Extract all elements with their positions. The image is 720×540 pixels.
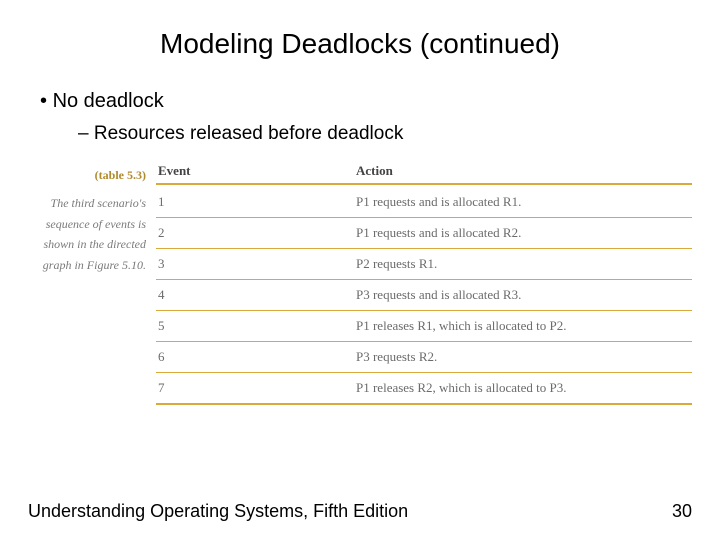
table-row: 3 P2 requests R1. [156,249,692,279]
cell-action: P2 requests R1. [356,256,692,272]
table-header: Event Action [156,163,692,183]
bullet-level1: No deadlock [40,90,692,113]
page-title: Modeling Deadlocks (continued) [28,28,692,60]
caption-line: The third scenario's [51,196,146,210]
caption-line: shown in the directed [43,237,146,251]
cell-action: P1 releases R2, which is allocated to P3… [356,380,692,396]
cell-event: 4 [156,287,356,303]
cell-action: P3 requests R2. [356,349,692,365]
figure-wrap: (table 5.3) The third scenario's sequenc… [28,163,692,407]
cell-event: 2 [156,225,356,241]
table-caption: (table 5.3) The third scenario's sequenc… [28,163,156,407]
cell-event: 1 [156,194,356,210]
bullet-list: No deadlock Resources released before de… [40,90,692,145]
cell-event: 3 [156,256,356,272]
rule-heavy [156,403,692,405]
cell-action: P3 requests and is allocated R3. [356,287,692,303]
slide: Modeling Deadlocks (continued) No deadlo… [0,0,720,540]
rule-heavy [156,183,692,185]
cell-event: 6 [156,349,356,365]
cell-event: 7 [156,380,356,396]
table-row: 6 P3 requests R2. [156,342,692,372]
caption-line: sequence of events is [46,217,146,231]
footer: Understanding Operating Systems, Fifth E… [28,501,692,522]
col-header-event: Event [156,163,356,179]
table-row: 5 P1 releases R1, which is allocated to … [156,311,692,341]
col-header-action: Action [356,163,692,179]
table-row: 4 P3 requests and is allocated R3. [156,280,692,310]
cell-event: 5 [156,318,356,334]
table-row: 2 P1 requests and is allocated R2. [156,218,692,248]
page-number: 30 [672,501,692,522]
footer-text: Understanding Operating Systems, Fifth E… [28,501,408,522]
cell-action: P1 requests and is allocated R2. [356,225,692,241]
caption-line: graph in Figure 5.10. [43,258,146,272]
table-row: 7 P1 releases R2, which is allocated to … [156,373,692,403]
cell-action: P1 releases R1, which is allocated to P2… [356,318,692,334]
event-table: Event Action 1 P1 requests and is alloca… [156,163,692,407]
table-row: 1 P1 requests and is allocated R1. [156,187,692,217]
cell-action: P1 requests and is allocated R1. [356,194,692,210]
bullet-level2: Resources released before deadlock [78,123,692,145]
table-label: (table 5.3) [28,165,146,185]
